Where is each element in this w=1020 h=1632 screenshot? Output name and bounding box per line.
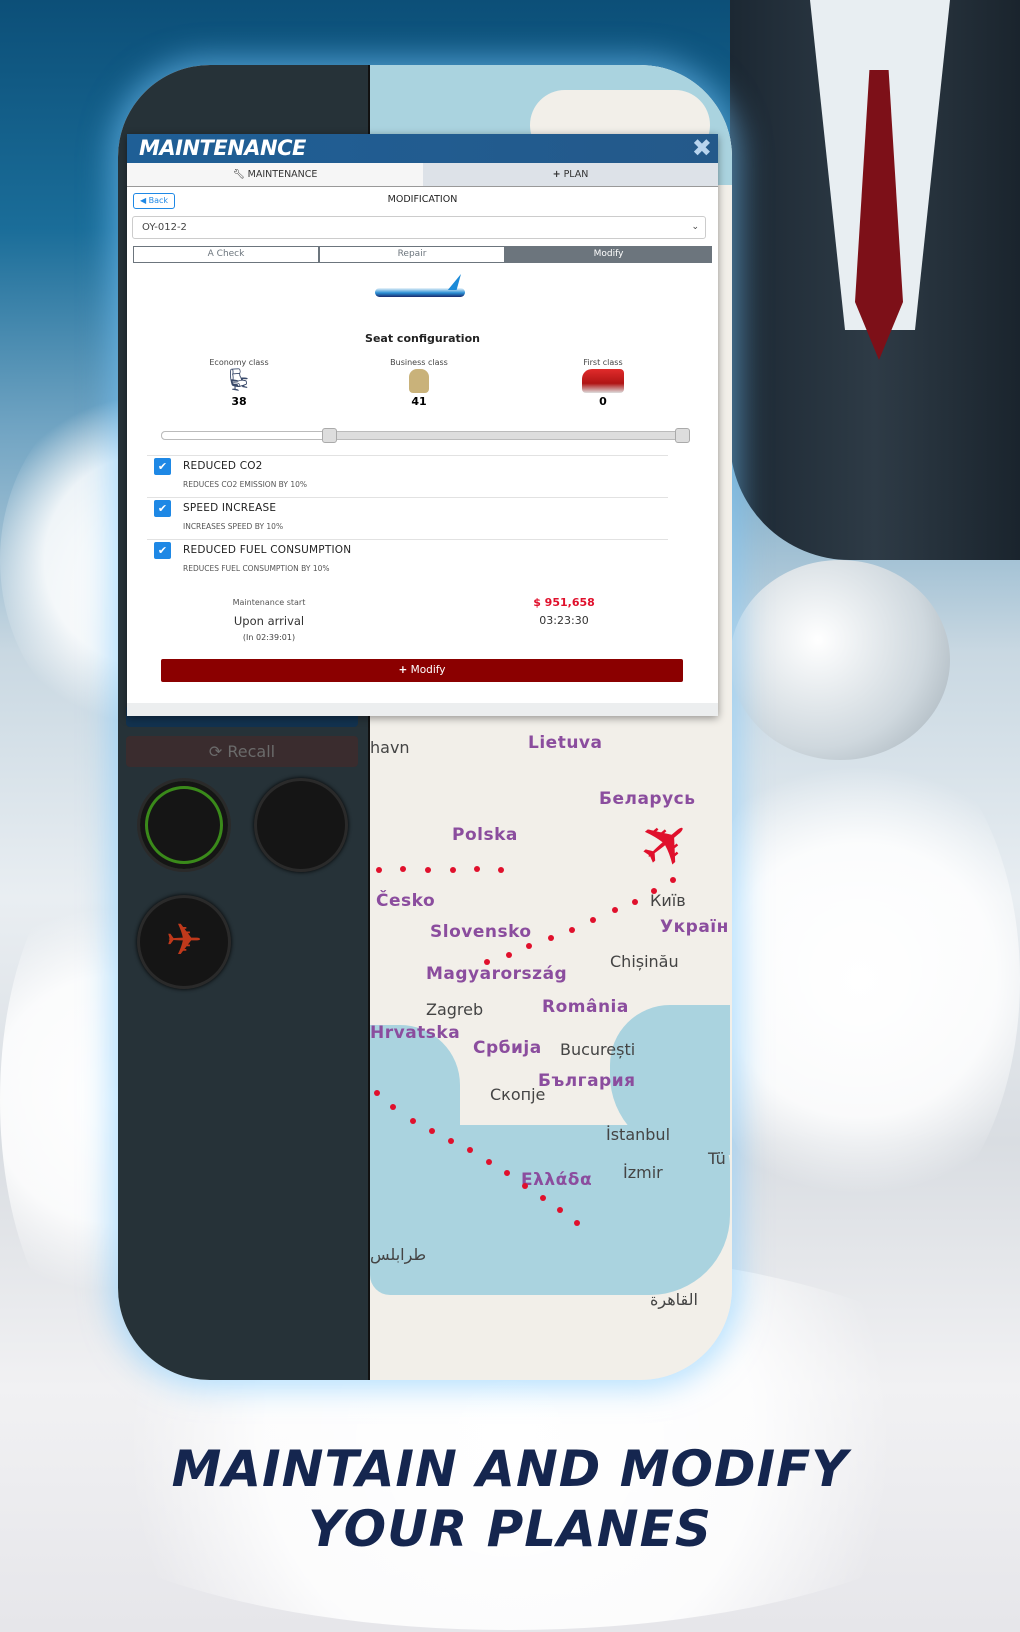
modify-button[interactable]: + Modify — [161, 659, 683, 682]
route-dot — [540, 1195, 546, 1201]
option-title: REDUCED CO2 — [183, 460, 263, 472]
slider-fill — [162, 432, 331, 439]
route-dot — [651, 888, 657, 894]
route-dot — [486, 1159, 492, 1165]
seat-label: First class — [583, 358, 623, 367]
option-title: REDUCED FUEL CONSUMPTION — [183, 544, 352, 556]
seat-slider[interactable] — [161, 428, 690, 443]
segment-modify[interactable]: Modify — [505, 246, 712, 263]
tab-plan[interactable]: + PLAN — [423, 163, 718, 187]
airspeed-gauge — [137, 778, 231, 872]
route-dot — [632, 899, 638, 905]
divider — [147, 497, 668, 498]
route-dot — [425, 867, 431, 873]
route-dot — [569, 927, 575, 933]
route-dot — [429, 1128, 435, 1134]
seat-label: Business class — [390, 358, 448, 367]
aircraft-select[interactable]: OY-012-2 ⌄ — [132, 216, 706, 239]
route-dot — [506, 952, 512, 958]
route-dot — [590, 917, 596, 923]
economy-seat-icon: 💺︎ — [225, 368, 253, 393]
maintenance-eta: (In 02:39:01) — [242, 633, 296, 642]
route-dot — [410, 1118, 416, 1124]
route-dot — [526, 943, 532, 949]
route-dot — [504, 1170, 510, 1176]
route-dot — [390, 1104, 396, 1110]
seat-business: Business class 41 — [359, 358, 479, 408]
duration: 03:23:30 — [539, 614, 589, 627]
slider-thumb[interactable] — [322, 428, 338, 443]
headline-line-2: YOUR PLANES — [308, 1500, 712, 1558]
airplane-marker-icon[interactable]: ✈ — [623, 799, 710, 888]
modal-footer — [127, 703, 718, 716]
aircraft-image — [375, 274, 467, 304]
option-desc: INCREASES SPEED BY 10% — [183, 522, 284, 531]
maintenance-start-label: Maintenance start — [232, 598, 306, 607]
route-dot — [448, 1138, 454, 1144]
airliner-illustration — [730, 560, 950, 760]
tab-maintenance[interactable]: 🔧︎ MAINTENANCE — [127, 163, 423, 187]
route-dot — [498, 867, 504, 873]
seat-count: 41 — [411, 395, 427, 408]
route-dot — [474, 866, 480, 872]
recall-button[interactable]: ⟳ Recall — [126, 736, 358, 767]
seat-label: Economy class — [209, 358, 269, 367]
plus-icon: + — [398, 664, 408, 676]
seat-config-title: Seat configuration — [365, 332, 480, 345]
seat-count: 38 — [231, 395, 247, 408]
chevron-down-icon: ⌄ — [691, 222, 699, 232]
route-dot — [400, 866, 406, 872]
checkbox-reduced-co2[interactable]: ✔ — [154, 458, 171, 475]
option-title: SPEED INCREASE — [183, 502, 277, 514]
business-seat-icon — [409, 369, 429, 393]
slider-thumb-end[interactable] — [675, 428, 690, 443]
route-dot — [374, 1090, 380, 1096]
checkbox-reduced-fuel[interactable]: ✔ — [154, 542, 171, 559]
route-dot — [612, 907, 618, 913]
segment-a-check[interactable]: A Check — [133, 246, 319, 263]
mediterranean-sea — [370, 1125, 730, 1295]
route-dot — [557, 1207, 563, 1213]
maintenance-start-value: Upon arrival — [233, 614, 305, 628]
seat-economy: Economy class 💺︎ 38 — [179, 358, 299, 408]
route-dot — [522, 1183, 528, 1189]
divider — [147, 455, 668, 456]
segment-repair[interactable]: Repair — [319, 246, 505, 263]
section-title: MODIFICATION — [387, 194, 458, 205]
heading-gauge: ✈ — [137, 895, 231, 989]
route-dot — [484, 959, 490, 965]
seat-first: First class 0 — [543, 358, 663, 408]
route-dot — [450, 867, 456, 873]
wrench-icon: 🔧︎ — [232, 169, 245, 180]
plus-icon: + — [552, 169, 561, 180]
first-seat-icon — [582, 369, 624, 393]
modal-header: MAINTENANCE ✖ — [127, 134, 718, 163]
route-dot — [376, 867, 382, 873]
checkbox-speed-increase[interactable]: ✔ — [154, 500, 171, 517]
seat-count: 0 — [599, 395, 607, 408]
cloud — [700, 720, 1020, 1240]
close-icon[interactable]: ✖ — [692, 135, 712, 161]
maintenance-modal: MAINTENANCE ✖ 🔧︎ MAINTENANCE + PLAN ◀ Ba… — [127, 134, 718, 716]
refresh-icon: ⟳ — [208, 742, 223, 761]
headline-line-1: MAINTAIN AND MODIFY — [171, 1440, 849, 1498]
divider — [147, 539, 668, 540]
route-dot — [467, 1147, 473, 1153]
modal-title: MAINTENANCE — [139, 136, 306, 160]
price: $ 951,658 — [533, 596, 595, 609]
route-dot — [548, 935, 554, 941]
altimeter-gauge — [254, 778, 348, 872]
option-desc: REDUCES FUEL CONSUMPTION BY 10% — [183, 564, 330, 573]
option-desc: REDUCES CO2 EMISSION BY 10% — [183, 480, 308, 489]
route-dot — [574, 1220, 580, 1226]
